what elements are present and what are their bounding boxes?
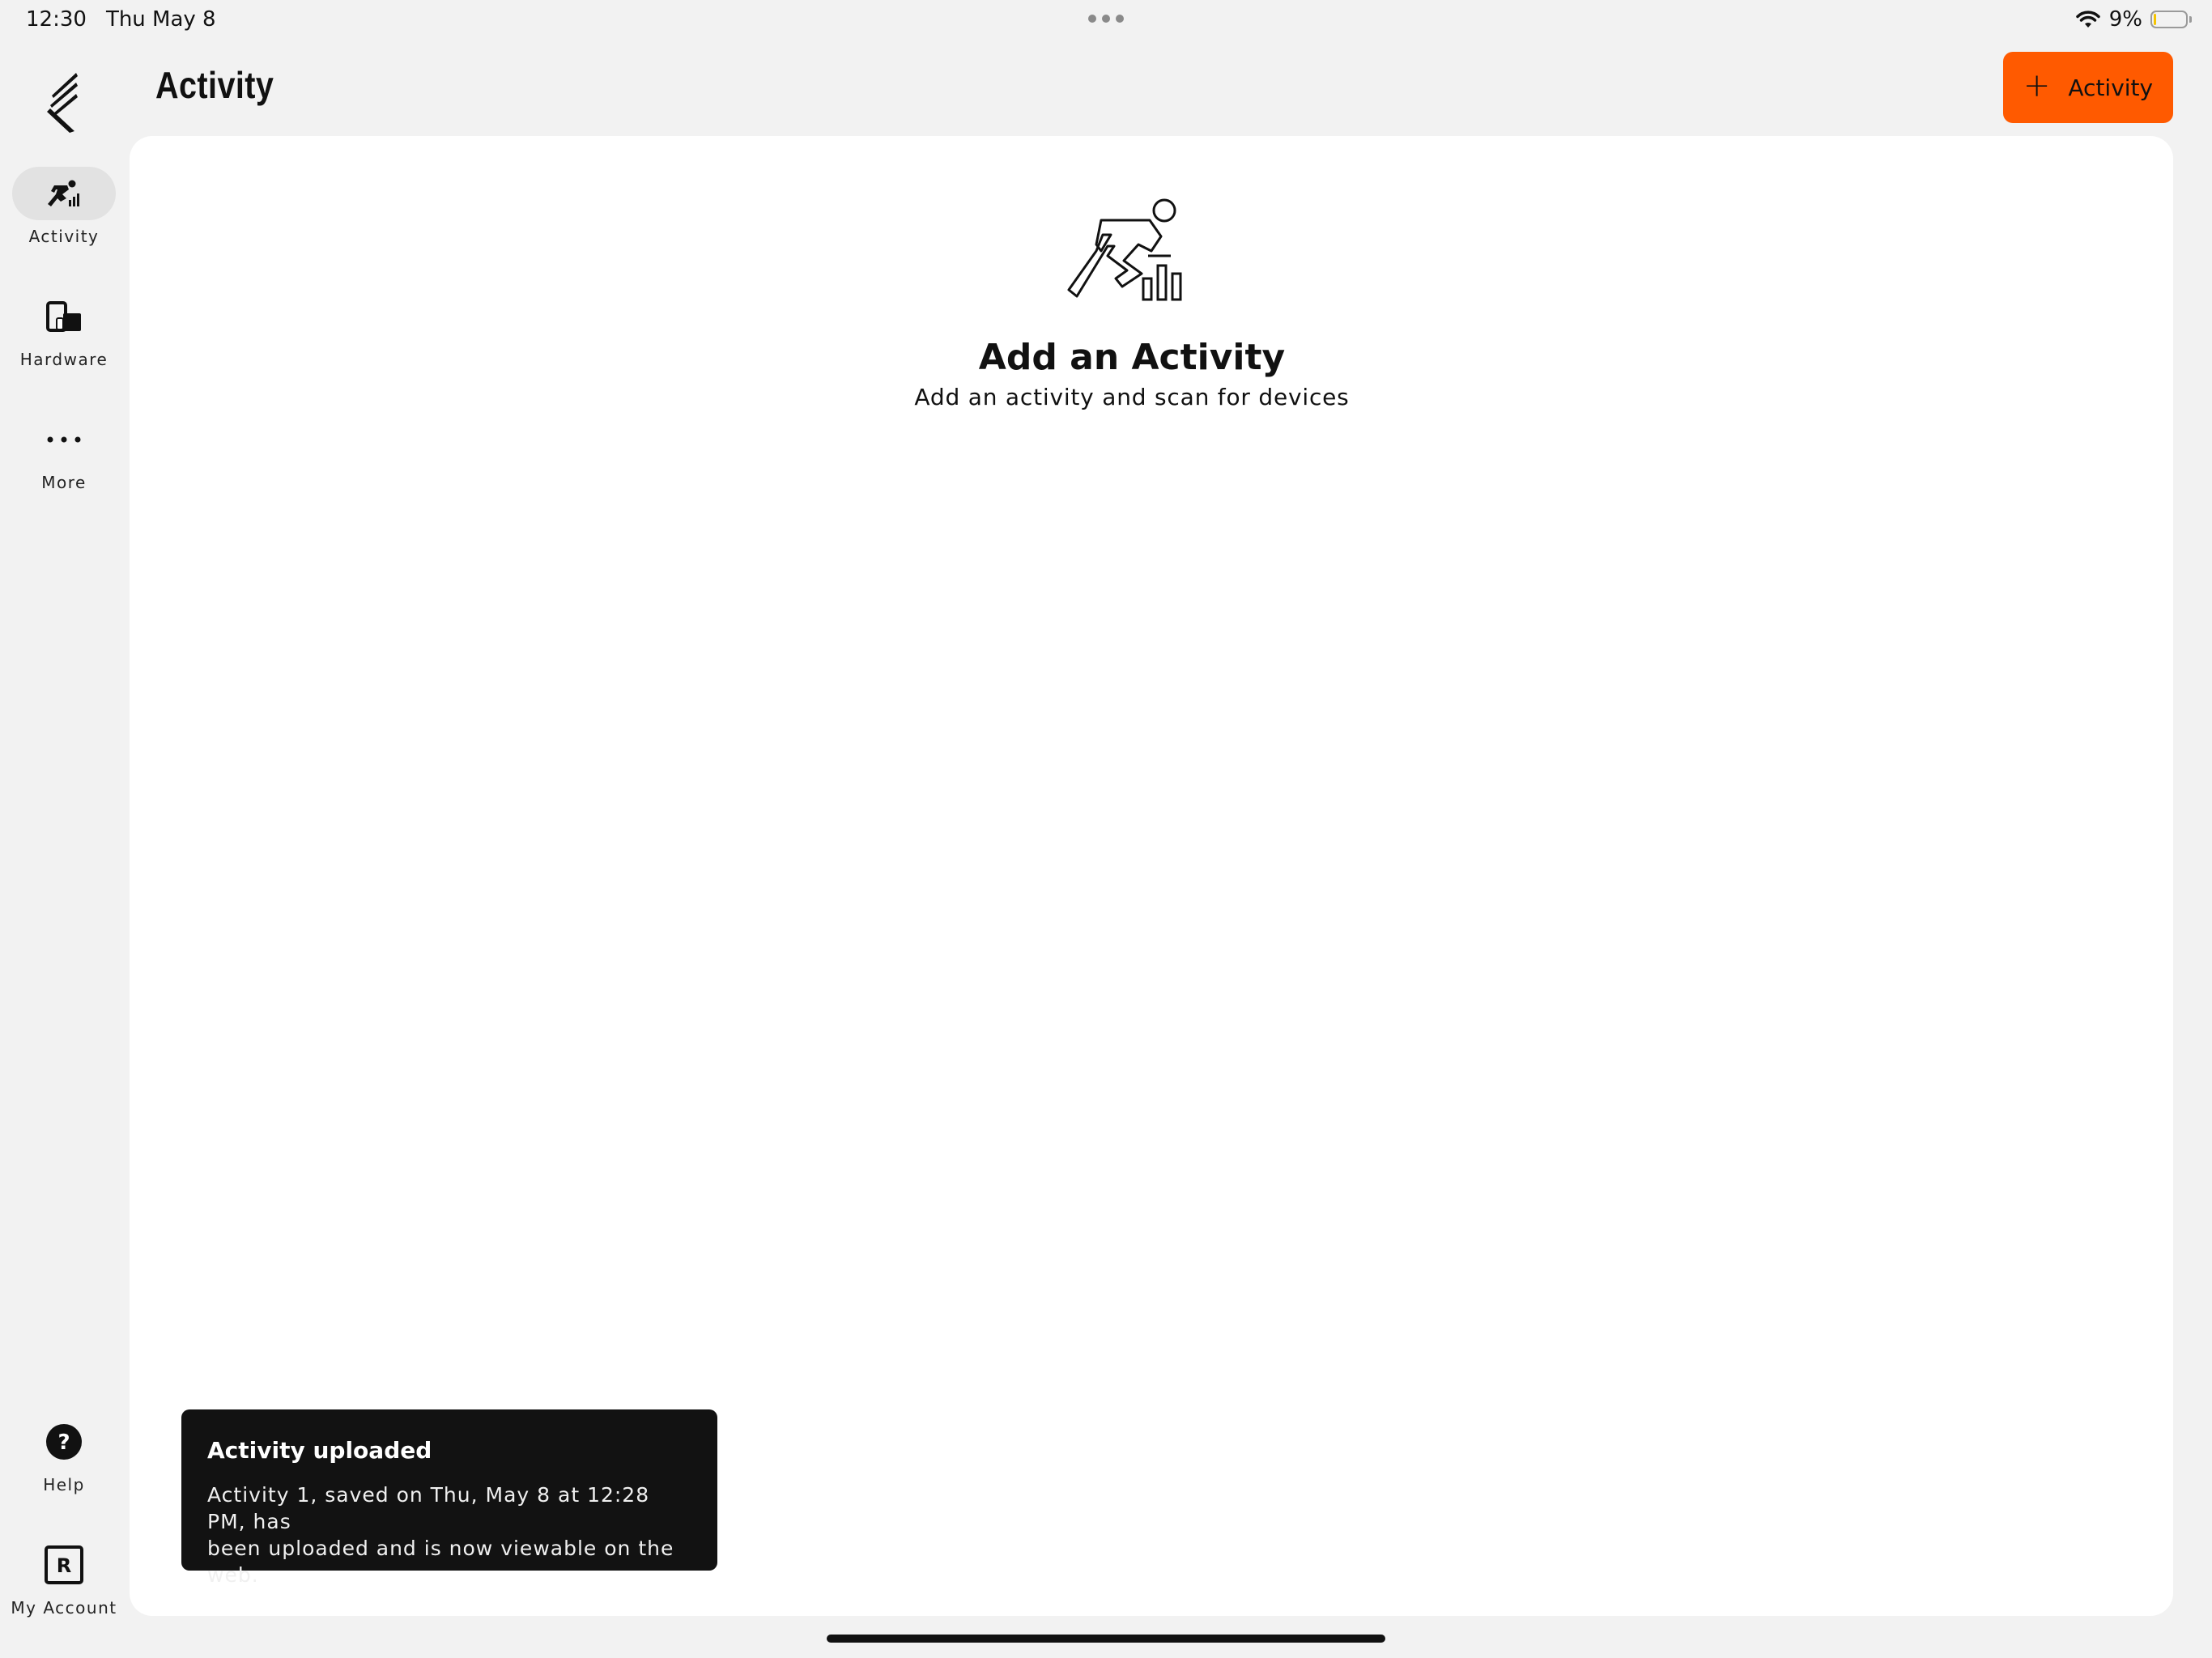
sidebar-item-help-pill[interactable]: ? — [12, 1415, 116, 1469]
empty-state-title: Add an Activity — [978, 337, 1286, 378]
app-logo-icon[interactable] — [44, 71, 84, 136]
sidebar-item-my-account-pill[interactable]: R — [12, 1538, 116, 1592]
page-title: Activity — [155, 64, 274, 106]
account-icon: R — [45, 1545, 83, 1584]
toast-message: Activity 1, saved on Thu, May 8 at 12:28… — [207, 1482, 691, 1588]
status-time: 12:30 — [26, 7, 87, 32]
sidebar-item-label: Help — [43, 1475, 85, 1494]
plus-icon: + — [2023, 67, 2051, 104]
add-activity-button-label: Activity — [2068, 74, 2154, 101]
sidebar-item-label: More — [41, 473, 87, 492]
sidebar-item-hardware-pill[interactable] — [12, 290, 116, 343]
toast-message-line: been uploaded and is now viewable on the… — [207, 1537, 674, 1587]
devices-icon — [46, 301, 81, 332]
sidebar-item-activity-pill[interactable] — [12, 167, 116, 220]
status-date: Thu May 8 — [105, 7, 216, 32]
battery-icon — [2150, 11, 2192, 28]
battery-percent: 9% — [2108, 7, 2142, 32]
runner-chart-icon — [48, 180, 79, 206]
sidebar-item-more-pill[interactable] — [12, 413, 116, 466]
sidebar-item-my-account[interactable]: R My Account — [0, 1538, 128, 1618]
empty-state-subtitle: Add an activity and scan for devices — [914, 384, 1350, 410]
multitasking-dots-icon[interactable] — [1088, 15, 1124, 23]
status-bar-right: 9% — [2075, 5, 2192, 34]
battery-level — [2154, 14, 2156, 25]
toast-title: Activity uploaded — [207, 1437, 432, 1464]
svg-text:R: R — [57, 1554, 71, 1577]
more-dots-icon — [47, 436, 81, 443]
sidebar-item-label: Activity — [28, 227, 100, 246]
help-icon: ? — [46, 1424, 82, 1460]
sidebar-item-activity[interactable]: Activity — [0, 167, 128, 246]
sidebar-item-label: My Account — [11, 1598, 117, 1618]
sidebar-item-more[interactable]: More — [0, 413, 128, 492]
wifi-icon — [2076, 11, 2100, 28]
sidebar-item-help[interactable]: ? Help — [0, 1415, 128, 1494]
svg-text:?: ? — [57, 1431, 70, 1455]
add-activity-button[interactable]: + Activity — [2003, 52, 2173, 123]
home-indicator[interactable] — [827, 1635, 1385, 1643]
toast-message-line: Activity 1, saved on Thu, May 8 at 12:28… — [207, 1483, 650, 1533]
status-bar-left: 12:30 Thu May 8 — [26, 5, 216, 34]
toast-notification[interactable]: Activity uploaded Activity 1, saved on T… — [181, 1409, 717, 1587]
runner-chart-icon — [1067, 198, 1182, 301]
